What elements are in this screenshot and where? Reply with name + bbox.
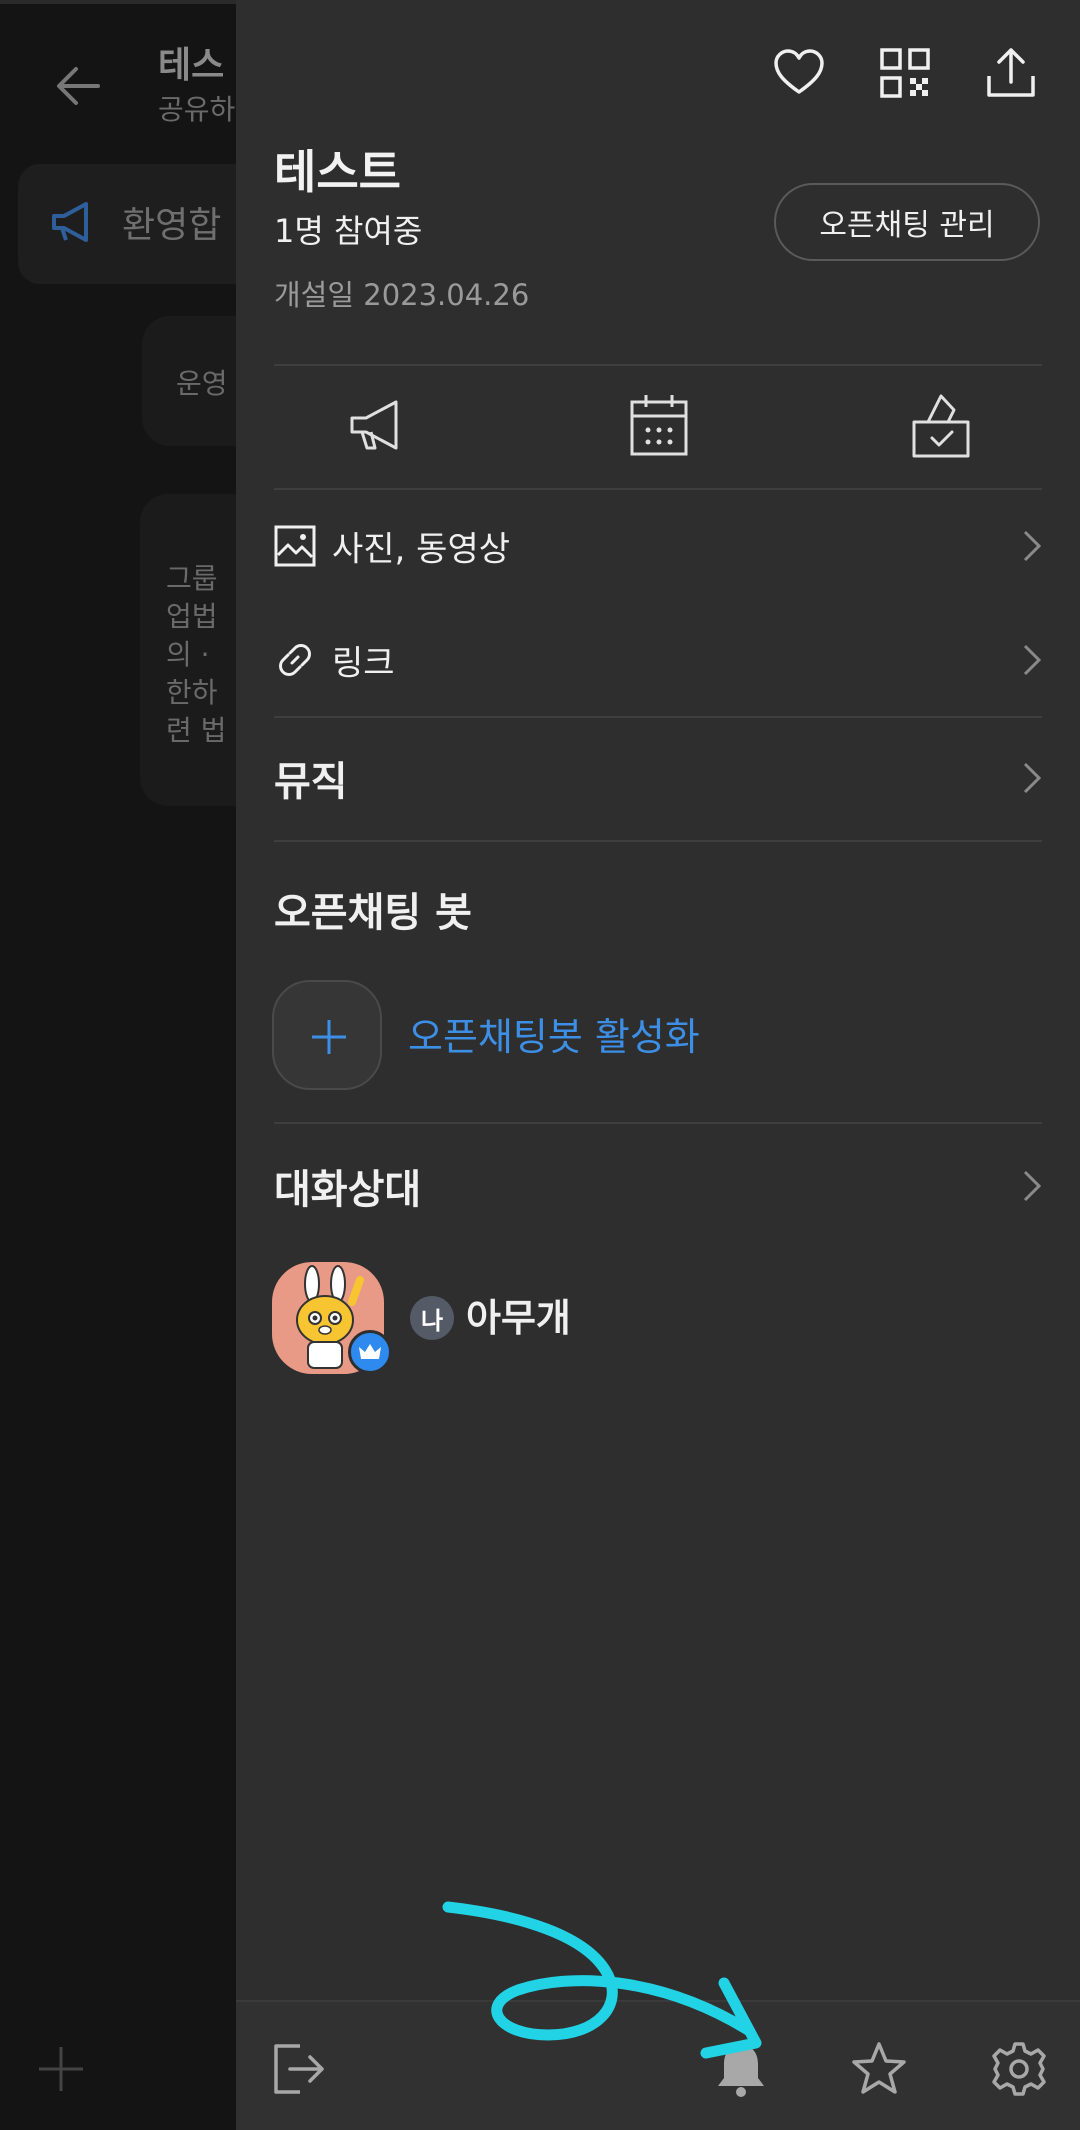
megaphone-icon: [52, 202, 88, 242]
menu-members[interactable]: 대화상대: [274, 1146, 1042, 1226]
plus-icon[interactable]: [36, 2044, 86, 2094]
chat-bubble-text: 운영: [176, 367, 228, 400]
chat-subtitle: 공유하: [158, 93, 236, 126]
host-crown-badge: [348, 1330, 392, 1374]
activate-bot-link[interactable]: 오픈채팅봇 활성화: [408, 1006, 700, 1061]
heart-icon[interactable]: [772, 46, 826, 100]
divider: [274, 716, 1042, 718]
chevron-right-icon: [1023, 762, 1042, 794]
exit-icon[interactable]: [270, 2040, 328, 2098]
openchat-bot-title: 오픈채팅 봇: [274, 890, 472, 936]
link-icon: [279, 644, 311, 676]
photo-icon: [274, 525, 316, 567]
settings-icon[interactable]: [990, 2040, 1048, 2098]
menu-photos-label: 사진, 동영상: [332, 529, 511, 570]
menu-music[interactable]: 뮤직: [274, 738, 1042, 818]
chat-room-drawer: 테스트 1명 참여중 개설일 2023.04.26 오픈채팅 관리 사진, 동영…: [236, 0, 1080, 2130]
me-badge: 나: [410, 1296, 454, 1340]
share-icon[interactable]: [984, 46, 1038, 100]
star-icon[interactable]: [850, 2040, 908, 2098]
back-arrow-icon[interactable]: [52, 60, 104, 112]
divider: [274, 1122, 1042, 1124]
manage-openchat-button[interactable]: 오픈채팅 관리: [774, 183, 1040, 261]
chevron-right-icon: [1023, 1170, 1042, 1202]
notice-text: 환영합: [122, 205, 222, 246]
created-date: 개설일 2023.04.26: [274, 278, 530, 312]
add-bot-button[interactable]: [272, 980, 382, 1090]
plus-icon: [312, 1020, 346, 1054]
chevron-right-icon: [1023, 644, 1042, 676]
chevron-right-icon: [1023, 530, 1042, 562]
crown-icon: [359, 1344, 381, 1359]
qr-code-icon[interactable]: [878, 46, 932, 100]
vote-icon[interactable]: [910, 392, 972, 458]
chat-title: 테스: [158, 45, 225, 86]
participant-count: 1명 참여중: [274, 212, 423, 250]
members-title: 대화상대: [274, 1167, 422, 1213]
menu-photos-videos[interactable]: 사진, 동영상: [274, 506, 1042, 586]
divider: [274, 364, 1042, 366]
menu-links-label: 링크: [332, 643, 395, 684]
notice-icon[interactable]: [348, 392, 410, 458]
room-title: 테스트: [274, 145, 401, 199]
member-name[interactable]: 아무개: [466, 1296, 571, 1340]
menu-music-label: 뮤직: [274, 759, 348, 805]
calendar-icon[interactable]: [628, 392, 690, 458]
bottom-action-bar: [236, 2000, 1080, 2130]
divider: [274, 840, 1042, 842]
bell-icon[interactable]: [712, 2040, 770, 2098]
chat-bubble-text: 그룹 업법 의 · 한하 련 법: [166, 562, 227, 747]
divider: [274, 488, 1042, 490]
menu-links[interactable]: 링크: [274, 620, 1042, 700]
